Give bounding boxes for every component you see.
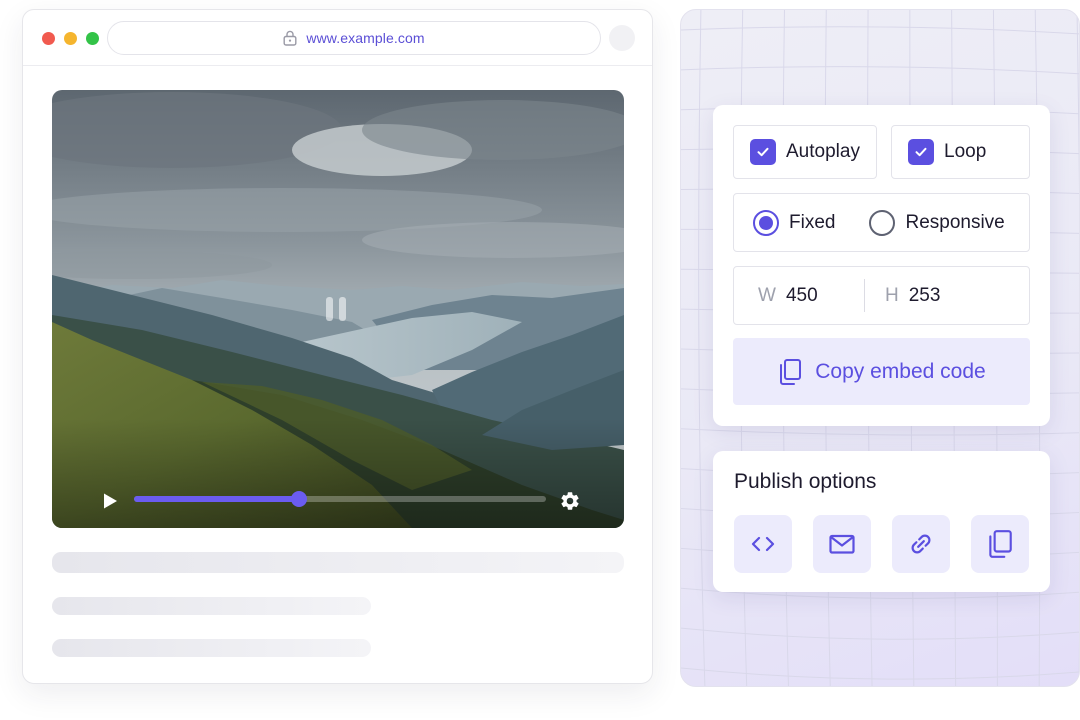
autoplay-option[interactable]: Autoplay bbox=[733, 125, 877, 179]
publish-link-button[interactable] bbox=[892, 515, 950, 573]
copy-embed-code-label: Copy embed code bbox=[815, 359, 986, 383]
loop-checkbox[interactable] bbox=[908, 139, 934, 165]
browser-window: www.example.com bbox=[22, 9, 653, 684]
skeleton-line bbox=[52, 597, 371, 615]
browser-menu-button[interactable] bbox=[609, 25, 635, 51]
play-icon[interactable] bbox=[100, 491, 120, 511]
address-bar[interactable]: www.example.com bbox=[107, 21, 601, 55]
browser-toolbar: www.example.com bbox=[23, 10, 652, 66]
check-icon bbox=[915, 147, 927, 157]
check-icon bbox=[757, 147, 769, 157]
publish-options-card: Publish options bbox=[713, 451, 1050, 592]
publish-embed-button[interactable] bbox=[734, 515, 792, 573]
fixed-radio[interactable] bbox=[753, 209, 779, 236]
width-value: 450 bbox=[785, 284, 818, 306]
fixed-radio-option[interactable]: Fixed bbox=[753, 209, 836, 236]
link-icon bbox=[911, 534, 931, 554]
publish-options-title: Publish options bbox=[734, 470, 877, 493]
publish-copy-button[interactable] bbox=[971, 515, 1029, 573]
dimensions-row: W 450 H 253 bbox=[733, 266, 1030, 325]
fixed-label: Fixed bbox=[789, 211, 836, 233]
skeleton-line bbox=[52, 552, 624, 573]
email-icon bbox=[829, 534, 855, 554]
pause-icon[interactable] bbox=[326, 297, 348, 321]
autoplay-label: Autoplay bbox=[786, 141, 860, 162]
url-text: www.example.com bbox=[306, 30, 425, 46]
width-field[interactable]: W 450 bbox=[734, 267, 864, 324]
minimize-window-button[interactable] bbox=[64, 32, 77, 45]
skeleton-line bbox=[52, 639, 371, 657]
video-player[interactable] bbox=[52, 90, 624, 528]
gear-icon[interactable] bbox=[559, 490, 581, 512]
publish-email-button[interactable] bbox=[813, 515, 871, 573]
progress-bar[interactable] bbox=[134, 491, 546, 507]
copy-icon bbox=[780, 358, 802, 385]
code-icon bbox=[751, 536, 775, 552]
lock-icon bbox=[283, 30, 297, 46]
responsive-label: Responsive bbox=[905, 211, 1005, 233]
height-field[interactable]: H 253 bbox=[865, 267, 995, 324]
height-value: 253 bbox=[908, 284, 941, 306]
embed-settings-panel: Autoplay Loop Fixed Responsive W 450 H 2… bbox=[680, 9, 1080, 687]
close-window-button[interactable] bbox=[42, 32, 55, 45]
size-mode-radio-group: Fixed Responsive bbox=[733, 193, 1030, 252]
progress-fill bbox=[134, 496, 299, 502]
loop-option[interactable]: Loop bbox=[891, 125, 1030, 179]
responsive-radio[interactable] bbox=[869, 209, 896, 236]
maximize-window-button[interactable] bbox=[86, 32, 99, 45]
width-prefix: W bbox=[758, 284, 776, 306]
height-prefix: H bbox=[885, 284, 899, 306]
responsive-radio-option[interactable]: Responsive bbox=[869, 209, 1005, 236]
loop-label: Loop bbox=[944, 141, 987, 162]
copy-icon bbox=[989, 530, 1012, 558]
progress-handle[interactable] bbox=[290, 491, 307, 507]
copy-embed-code-button[interactable]: Copy embed code bbox=[733, 338, 1030, 405]
embed-options-card: Autoplay Loop Fixed Responsive W 450 H 2… bbox=[713, 105, 1050, 426]
autoplay-checkbox[interactable] bbox=[750, 139, 776, 165]
